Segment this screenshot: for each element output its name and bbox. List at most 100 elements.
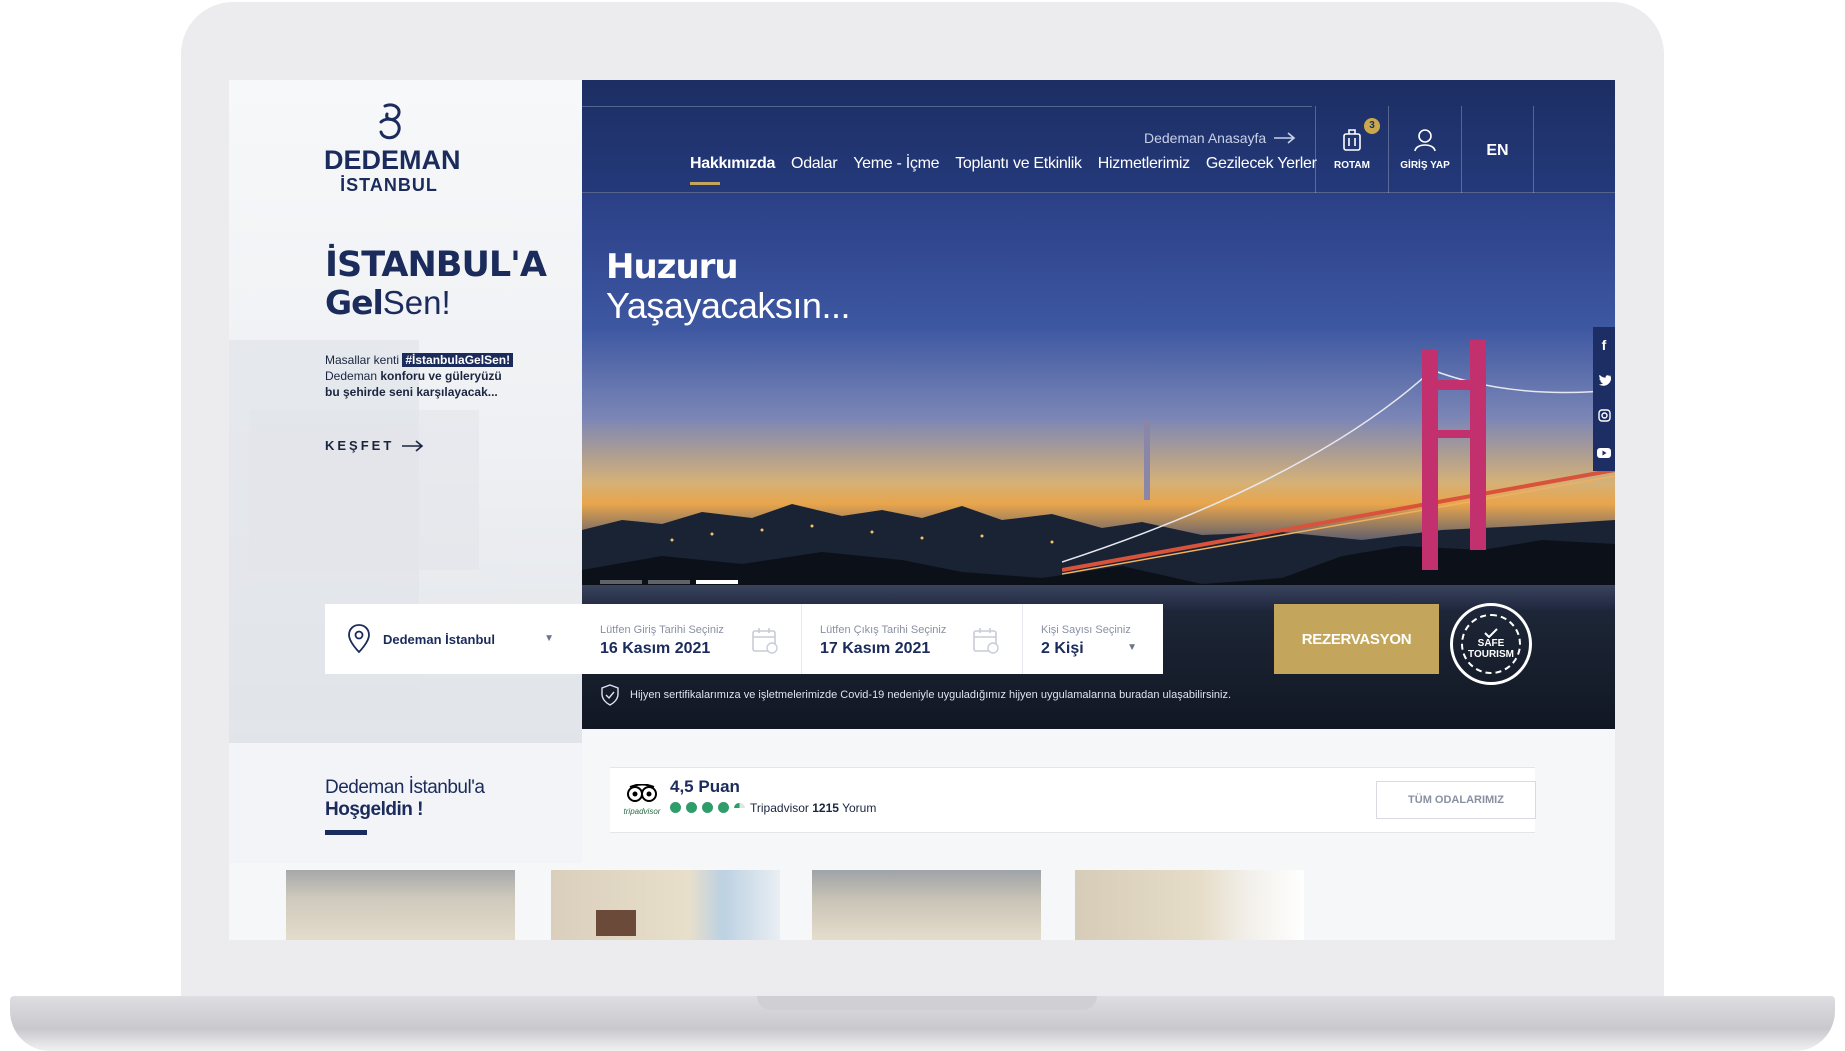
chevron-down-icon: ▼: [1127, 642, 1137, 653]
rating-score: 4,5 Puan: [670, 777, 740, 796]
rating-bubble-full: [718, 802, 729, 813]
slider-dot[interactable]: [600, 580, 642, 584]
room-painting: [596, 910, 636, 936]
tripadvisor-wordmark: tripadvisor: [623, 807, 661, 816]
hero-title: Huzuru: [606, 247, 739, 287]
website-screen: DEDEMAN İSTANBUL İSTANBUL'A GelSen! Masa…: [229, 80, 1615, 940]
seal-inner: SAFE TOURISM: [1461, 614, 1521, 674]
nav-item-meetings[interactable]: Toplantı ve Etkinlik: [955, 155, 1082, 173]
youtube-icon[interactable]: [1593, 435, 1615, 471]
laptop-notch: [757, 996, 1097, 1010]
rating-bubble-full: [702, 802, 713, 813]
top-navigation: Dedeman Anasayfa Hakkımızda Odalar Yeme …: [582, 80, 1615, 193]
login-label: GİRİŞ YAP: [1400, 160, 1450, 171]
logo-brand: DEDEMAN: [324, 145, 461, 175]
welcome-underline: [325, 830, 367, 835]
checkin-field[interactable]: Lütfen Giriş Tarihi Seçiniz 16 Kasım 202…: [582, 604, 802, 674]
logo-city: İSTANBUL: [340, 175, 438, 195]
intro-text: Masallar kenti: [325, 353, 403, 367]
checkin-label: Lütfen Giriş Tarihi Seçiniz: [600, 624, 724, 636]
facebook-icon[interactable]: f: [1593, 327, 1615, 363]
arrow-right-icon: [1274, 132, 1296, 144]
campaign-subtitle-bold: Gel: [325, 283, 384, 322]
room-card[interactable]: [812, 870, 1041, 940]
room-image: [1075, 870, 1304, 940]
room-image: [286, 870, 515, 940]
checkout-label: Lütfen Çıkış Tarihi Seçiniz: [820, 624, 947, 636]
rating-bubbles: [670, 802, 745, 813]
social-links: f: [1593, 327, 1615, 471]
seal-line2: TOURISM: [1468, 649, 1514, 660]
route-badge: 3: [1364, 118, 1380, 134]
checkout-value: 17 Kasım 2021: [820, 640, 931, 657]
rating-bubble-full: [670, 802, 681, 813]
seal-line1: SAFE: [1477, 638, 1505, 649]
discover-link[interactable]: KEŞFET: [325, 438, 424, 453]
route-button[interactable]: 3 ROTAM: [1315, 106, 1388, 193]
location-pin-icon: [348, 624, 370, 654]
tripadvisor-owl-icon: [627, 783, 657, 802]
guests-value: 2 Kişi: [1041, 640, 1084, 657]
checkout-field[interactable]: Lütfen Çıkış Tarihi Seçiniz 17 Kasım 202…: [802, 604, 1023, 674]
review-count: Tripadvisor 1215 Yorum: [750, 801, 876, 815]
safe-tourism-seal[interactable]: SAFE TOURISM: [1450, 603, 1532, 685]
nav-item-dining[interactable]: Yeme - İçme: [853, 155, 939, 173]
instagram-icon[interactable]: [1593, 399, 1615, 435]
room-card[interactable]: [1075, 870, 1304, 940]
chevron-down-icon: ▼: [544, 633, 554, 644]
home-link-label: Dedeman Anasayfa: [1144, 130, 1267, 146]
checkin-value: 16 Kasım 2021: [600, 640, 711, 657]
campaign-subtitle-rest: Sen!: [382, 284, 451, 321]
twitter-icon[interactable]: [1593, 363, 1615, 399]
hero-slider: Dedeman Anasayfa Hakkımızda Odalar Yeme …: [582, 80, 1615, 729]
guests-field[interactable]: Kişi Sayısı Seçiniz 2 Kişi ▼: [1023, 604, 1163, 674]
language-switch[interactable]: EN: [1461, 106, 1534, 193]
nav-item-places[interactable]: Gezilecek Yerler: [1206, 155, 1317, 173]
slider-dot-active[interactable]: [696, 580, 738, 584]
guests-label: Kişi Sayısı Seçiniz: [1041, 624, 1131, 636]
arrow-right-icon: [402, 439, 424, 452]
logo[interactable]: DEDEMAN İSTANBUL: [324, 100, 461, 196]
welcome-line2: Hoşgeldin !: [325, 799, 423, 820]
nav-item-about[interactable]: Hakkımızda: [690, 155, 775, 185]
luggage-icon: [1343, 129, 1361, 151]
review-number: 1215: [812, 801, 839, 815]
intro-text-3: bu şehirde seni karşılayacak...: [325, 385, 498, 399]
user-icon: [1414, 129, 1436, 152]
slider-pagination: [600, 580, 738, 584]
reserve-button[interactable]: REZERVASYON: [1274, 604, 1439, 674]
room-image: [812, 870, 1041, 940]
hotel-name: Dedeman İstanbul: [383, 631, 495, 647]
route-label: ROTAM: [1334, 160, 1370, 171]
shield-check-icon: [601, 684, 619, 706]
intro-hashtag: #İstanbulaGelSen!: [402, 353, 514, 367]
review-source: Tripadvisor: [750, 801, 809, 815]
room-card[interactable]: [551, 870, 780, 940]
welcome-line1: Dedeman İstanbul'a: [325, 777, 485, 798]
slider-dot[interactable]: [648, 580, 690, 584]
nav-item-services[interactable]: Hizmetlerimiz: [1098, 155, 1190, 173]
nav-item-rooms[interactable]: Odalar: [791, 155, 838, 173]
rating-bubble-half: [734, 803, 745, 808]
language-label: EN: [1486, 142, 1509, 159]
hygiene-notice[interactable]: Hijyen sertifikalarımıza ve işletmelerim…: [600, 684, 1231, 706]
calendar-icon: [973, 628, 999, 654]
intro-text-2b: konforu ve güleryüzü: [380, 369, 502, 383]
all-rooms-button[interactable]: TÜM ODALARIMIZ: [1376, 781, 1536, 819]
campaign-title: İSTANBUL'A: [325, 245, 547, 285]
check-icon: [1484, 628, 1498, 638]
room-card[interactable]: [286, 870, 515, 940]
hotel-select[interactable]: Dedeman İstanbul ▼: [325, 604, 582, 674]
faded-building: [249, 410, 479, 570]
discover-label: KEŞFET: [325, 438, 395, 453]
rating-bubble-full: [686, 802, 697, 813]
campaign-intro: Masallar kenti #İstanbulaGelSen! Dedeman…: [325, 352, 545, 400]
main-menu: Hakkımızda Odalar Yeme - İçme Toplantı v…: [690, 155, 1317, 185]
hero-subtitle: Yaşayacaksın...: [606, 285, 850, 326]
home-link[interactable]: Dedeman Anasayfa: [1144, 130, 1296, 146]
login-button[interactable]: GİRİŞ YAP: [1388, 106, 1461, 193]
room-image: [551, 870, 780, 940]
welcome-heading: Dedeman İstanbul'a Hoşgeldin !: [325, 777, 485, 821]
tripadvisor-logo: tripadvisor: [622, 783, 662, 816]
nav-divider: [582, 106, 1312, 107]
